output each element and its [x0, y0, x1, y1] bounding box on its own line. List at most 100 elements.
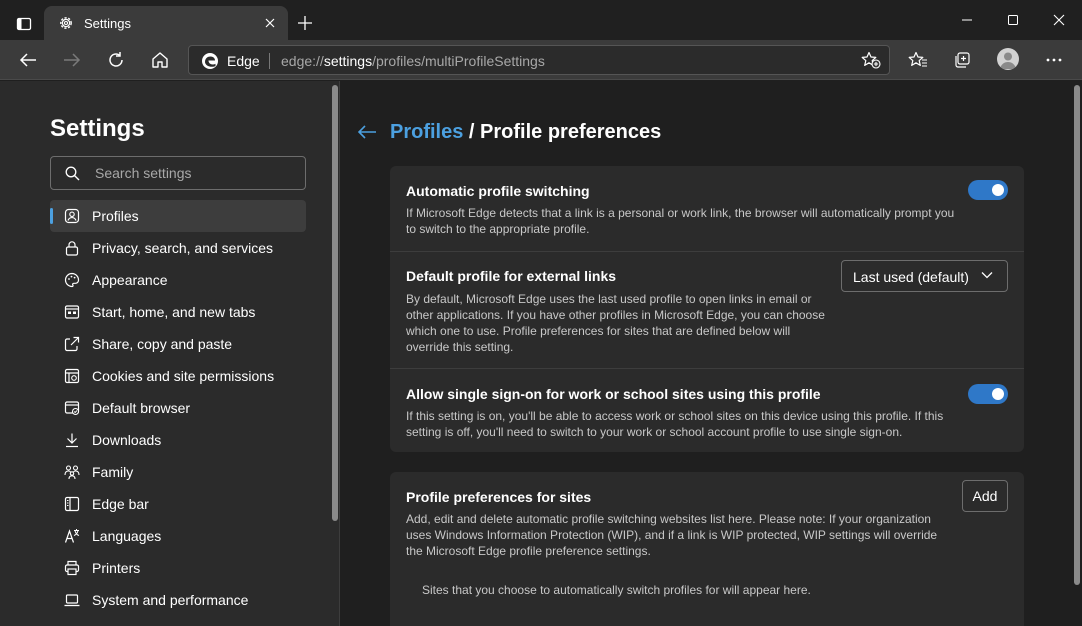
refresh-icon — [107, 51, 125, 69]
profile-preferences-card: Automatic profile switching If Microsoft… — [390, 166, 1024, 452]
toolbar: Edge edge://settings/profiles/multiProfi… — [0, 40, 1082, 80]
profile-avatar-button[interactable] — [997, 48, 1019, 70]
forward-button[interactable] — [55, 44, 89, 76]
site-preferences-card: Profile preferences for sites Add, edit … — [390, 472, 1024, 626]
breadcrumb-separator: / — [468, 121, 475, 143]
main-content: Profiles / Profile preferences Automatic… — [341, 81, 1082, 626]
sidebar-item-label: Family — [92, 464, 134, 480]
close-window-button[interactable] — [1036, 0, 1082, 40]
sidebar-item-label: Printers — [92, 560, 141, 576]
arrow-right-icon — [63, 52, 81, 68]
sidebar-nav: Profiles Privacy, search, and services A… — [50, 200, 306, 616]
sidebar-item-downloads[interactable]: Downloads — [50, 424, 306, 456]
sidebar-item-languages[interactable]: Languages — [50, 520, 306, 552]
window-icon — [64, 304, 80, 320]
sidebar-item-label: Profiles — [92, 208, 139, 224]
main-scrollbar[interactable] — [1072, 81, 1082, 626]
home-button[interactable] — [143, 44, 177, 76]
search-box[interactable] — [50, 156, 306, 190]
search-icon — [65, 166, 80, 181]
add-favorite-icon[interactable] — [861, 51, 881, 69]
main-scrollbar-thumb[interactable] — [1074, 85, 1080, 585]
tab-actions-icon — [16, 16, 32, 32]
sidebar-item-printers[interactable]: Printers — [50, 552, 306, 584]
close-icon — [1053, 14, 1065, 26]
sidebar-item-label: Privacy, search, and services — [92, 240, 274, 256]
minimize-button[interactable] — [944, 0, 990, 40]
plus-icon — [298, 16, 312, 30]
home-icon — [151, 51, 169, 69]
default-profile-row: Default profile for external links By de… — [390, 251, 1024, 368]
breadcrumb: Profiles / Profile preferences — [390, 121, 661, 144]
profile-icon — [64, 208, 80, 224]
back-button[interactable] — [11, 44, 45, 76]
page-title: Profile preferences — [480, 121, 662, 143]
sidebar-item-edge-bar[interactable]: Edge bar — [50, 488, 306, 520]
printer-icon — [64, 560, 80, 576]
default-profile-dropdown[interactable]: Last used (default) — [841, 260, 1008, 292]
sidebar-item-cookies[interactable]: Cookies and site permissions — [50, 360, 306, 392]
breadcrumb-profiles-link[interactable]: Profiles — [390, 121, 463, 143]
default-profile-description: By default, Microsoft Edge uses the last… — [406, 292, 825, 354]
toggle-knob — [992, 184, 1004, 196]
tab-title: Settings — [84, 16, 131, 31]
tab-settings[interactable]: Settings — [44, 6, 288, 40]
sso-title: Allow single sign-on for work or school … — [406, 386, 821, 402]
avatar-icon — [997, 48, 1019, 70]
laptop-icon — [64, 592, 80, 608]
family-icon — [64, 464, 80, 480]
url-highlight: settings — [323, 53, 373, 69]
sidebar-item-label: Downloads — [92, 432, 162, 448]
collections-button[interactable] — [945, 44, 979, 76]
auto-switch-description: If Microsoft Edge detects that a link is… — [406, 206, 955, 236]
site-preferences-title: Profile preferences for sites — [406, 489, 592, 505]
address-bar[interactable]: Edge edge://settings/profiles/multiProfi… — [188, 45, 890, 75]
favorites-button[interactable] — [901, 44, 935, 76]
address-edge-label: Edge — [227, 53, 260, 69]
gear-icon — [58, 15, 74, 31]
sso-toggle[interactable] — [968, 384, 1008, 404]
maximize-button[interactable] — [990, 0, 1036, 40]
browser-icon — [64, 400, 80, 416]
search-input[interactable] — [95, 163, 295, 183]
dropdown-selected-value: Last used (default) — [853, 269, 969, 285]
sidebar-item-privacy[interactable]: Privacy, search, and services — [50, 232, 306, 264]
sidebar-item-system-performance[interactable]: System and performance — [50, 584, 306, 616]
arrow-left-icon — [19, 52, 37, 68]
settings-sidebar: Settings Profiles Privacy, search, and s… — [0, 81, 340, 626]
url-prefix: edge:// — [281, 53, 324, 69]
chevron-down-icon — [981, 271, 993, 279]
sidebar-item-profiles[interactable]: Profiles — [50, 200, 306, 232]
lock-icon — [64, 240, 80, 256]
default-profile-title: Default profile for external links — [406, 268, 617, 284]
refresh-button[interactable] — [99, 44, 133, 76]
sidebar-item-appearance[interactable]: Appearance — [50, 264, 306, 296]
sidebar-item-label: Default browser — [92, 400, 191, 416]
sidebar-item-default-browser[interactable]: Default browser — [50, 392, 306, 424]
address-separator — [269, 53, 270, 69]
auto-switch-toggle[interactable] — [968, 180, 1008, 200]
more-icon — [1046, 58, 1062, 62]
cookie-icon — [64, 368, 80, 384]
sidebar-scrollbar-thumb[interactable] — [332, 85, 338, 521]
language-icon — [64, 528, 80, 544]
settings-and-more-button[interactable] — [1037, 44, 1071, 76]
sidebar-item-start-home[interactable]: Start, home, and new tabs — [50, 296, 306, 328]
back-arrow-icon[interactable] — [357, 121, 377, 143]
site-preferences-description: Add, edit and delete automatic profile s… — [406, 512, 938, 558]
tab-actions-button[interactable] — [8, 10, 40, 38]
sidebar-item-label: Languages — [92, 528, 162, 544]
sidebar-scrollbar[interactable] — [331, 81, 339, 626]
sso-description: If this setting is on, you'll be able to… — [406, 409, 944, 439]
add-site-button[interactable]: Add — [962, 480, 1008, 512]
sidebar-item-share-copy[interactable]: Share, copy and paste — [50, 328, 306, 360]
toggle-knob — [992, 388, 1004, 400]
address-url[interactable]: edge://settings/profiles/multiProfileSet… — [281, 53, 545, 69]
sidebar-item-label: System and performance — [92, 592, 249, 608]
sidebar-icon — [64, 496, 80, 512]
tab-close-button[interactable] — [260, 13, 280, 33]
maximize-icon — [1008, 15, 1018, 25]
new-tab-button[interactable] — [294, 12, 316, 34]
sidebar-item-family[interactable]: Family — [50, 456, 306, 488]
sidebar-item-label: Appearance — [92, 272, 168, 288]
